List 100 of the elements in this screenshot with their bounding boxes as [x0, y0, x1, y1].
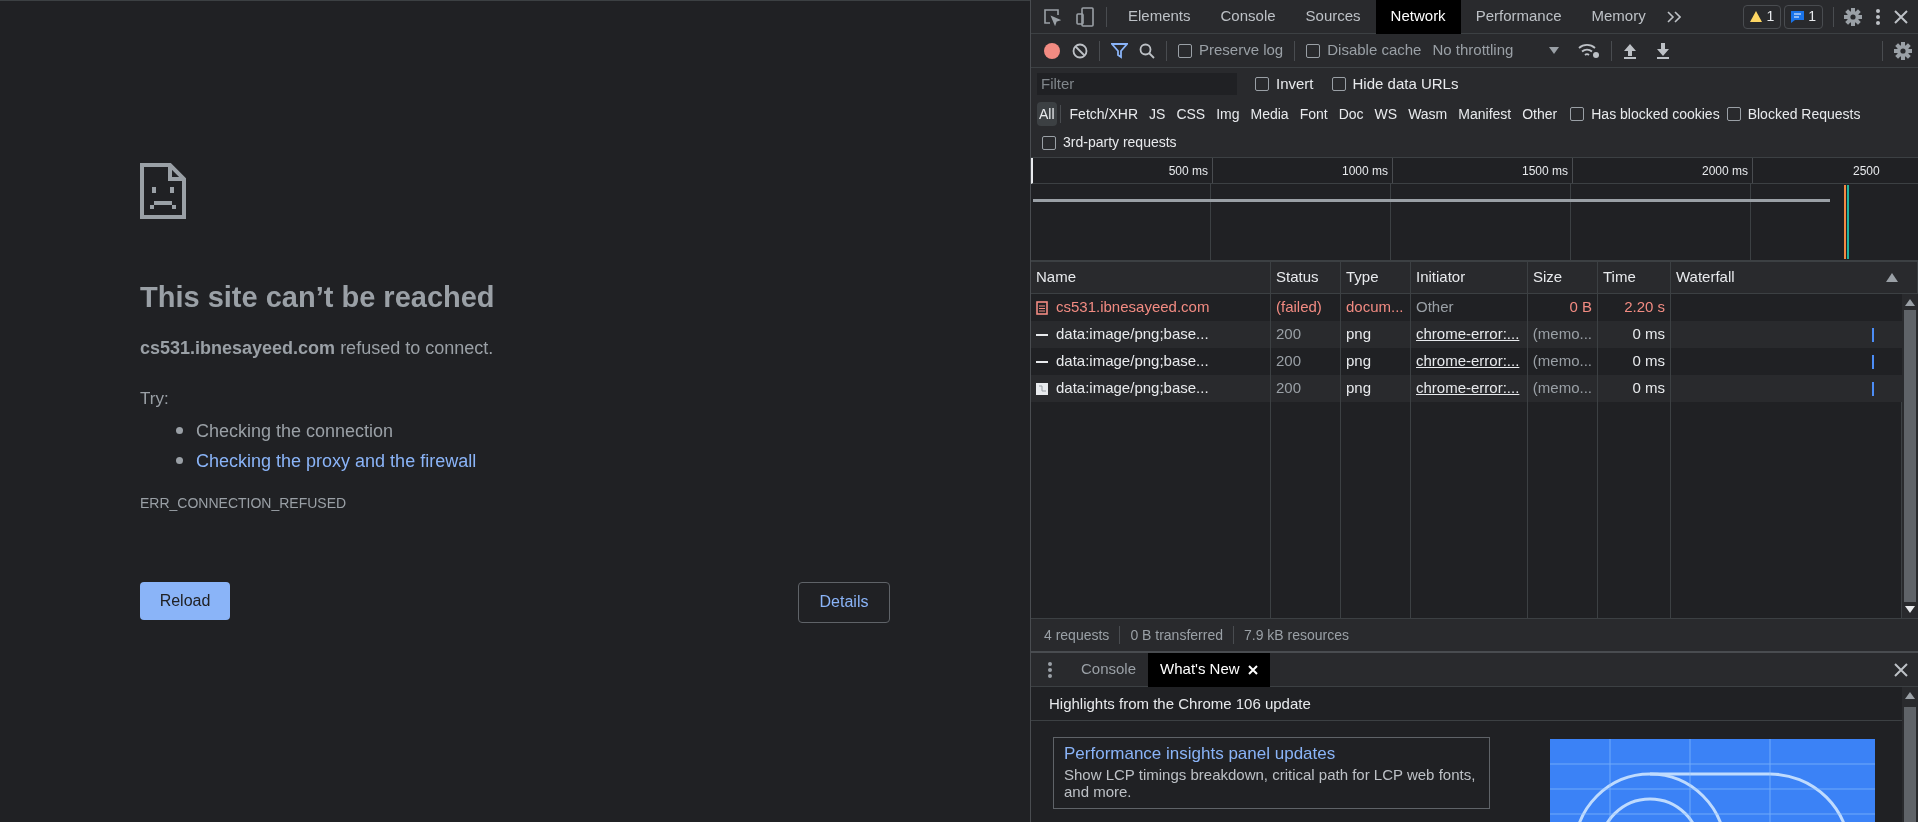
type-filter-tab[interactable]: JS: [1147, 102, 1168, 126]
type-filter-tab[interactable]: Fetch/XHR: [1067, 102, 1141, 126]
bullet-icon: [176, 457, 183, 464]
record-icon[interactable]: [1043, 41, 1061, 60]
type-filter-tab[interactable]: WS: [1372, 102, 1400, 126]
timeline-tick-label: 500 ms: [1168, 164, 1208, 178]
network-conditions-icon[interactable]: [1578, 42, 1601, 59]
panel-tab[interactable]: Elements: [1113, 0, 1206, 34]
scroll-up-icon[interactable]: [1905, 299, 1915, 306]
timeline-tick-label: 2500: [1853, 164, 1880, 178]
upload-icon[interactable]: [1623, 42, 1638, 59]
invert-checkbox[interactable]: Invert: [1255, 72, 1314, 96]
disable-cache-checkbox[interactable]: Disable cache: [1306, 39, 1422, 62]
drawer-tab[interactable]: Console: [1069, 652, 1149, 687]
close-icon[interactable]: [1894, 9, 1908, 24]
timeline-tick-label: 2000 ms: [1701, 164, 1748, 178]
initiator-link[interactable]: chrome-error:...: [1416, 377, 1520, 400]
sad-page-icon: [140, 163, 186, 219]
column-header[interactable]: Name: [1036, 266, 1076, 289]
type-filter-tab[interactable]: Img: [1214, 102, 1242, 126]
proxy-firewall-link[interactable]: Checking the proxy and the firewall: [196, 445, 477, 476]
column-header[interactable]: Initiator: [1416, 266, 1466, 289]
more-tabs-icon[interactable]: [1666, 10, 1681, 23]
type-filter-tab[interactable]: Manifest: [1456, 102, 1514, 126]
drawer-tab[interactable]: What's New: [1148, 652, 1270, 687]
warnings-badge[interactable]: 1: [1743, 4, 1782, 29]
type-cell-text: png: [1346, 324, 1372, 345]
scroll-down-icon[interactable]: [1905, 606, 1915, 613]
panel-tab[interactable]: Network: [1375, 0, 1461, 34]
type-filter-tab[interactable]: Doc: [1336, 102, 1366, 126]
close-drawer-icon[interactable]: [1894, 662, 1908, 677]
panel-tab[interactable]: Console: [1205, 0, 1291, 34]
third-party-requests-checkbox[interactable]: 3rd-party requests: [1042, 132, 1177, 153]
type-cell-text: png: [1346, 351, 1372, 372]
column-header[interactable]: Type: [1346, 266, 1379, 289]
type-filter-tab[interactable]: Font: [1297, 102, 1330, 126]
scroll-up-icon[interactable]: [1905, 692, 1915, 699]
initiator-link[interactable]: chrome-error:...: [1416, 323, 1520, 346]
try-label: Try:: [140, 388, 170, 410]
summary-text: 4 requests: [1044, 625, 1110, 645]
size-cell-text: (memo...: [1532, 351, 1592, 372]
summary-text: 0 B transferred: [1130, 625, 1223, 645]
status-cell-text: 200: [1276, 351, 1302, 372]
hide-data-urls-checkbox[interactable]: Hide data URLs: [1331, 72, 1459, 96]
settings-icon[interactable]: [1894, 41, 1912, 60]
blocked-requests-checkbox[interactable]: Blocked Requests: [1726, 103, 1861, 125]
column-header[interactable]: Time: [1603, 266, 1636, 289]
initiator-link[interactable]: chrome-error:...: [1416, 350, 1520, 373]
time-cell-text: 0 ms: [1632, 378, 1665, 399]
type-filter-tab[interactable]: Wasm: [1406, 102, 1450, 126]
download-icon[interactable]: [1656, 42, 1671, 59]
scrollbar[interactable]: [1902, 294, 1918, 618]
drawer-menu-icon[interactable]: [1048, 661, 1052, 678]
preserve-log-checkbox[interactable]: Preserve log: [1178, 39, 1284, 62]
filter-icon[interactable]: [1111, 42, 1128, 59]
panel-tab[interactable]: Memory: [1576, 0, 1661, 34]
warning-icon: [1750, 11, 1763, 22]
throttling-dropdown[interactable]: No throttling: [1432, 39, 1560, 62]
feature-title[interactable]: Performance insights panel updates: [1064, 742, 1479, 766]
type-filter-tab[interactable]: All: [1037, 102, 1057, 126]
initiator-cell-text: Other: [1416, 297, 1454, 318]
message-icon: [1791, 10, 1805, 23]
scrollbar[interactable]: [1902, 687, 1918, 822]
sort-ascending-icon[interactable]: [1886, 273, 1898, 282]
panel-tab[interactable]: Sources: [1290, 0, 1376, 34]
column-header[interactable]: Status: [1276, 266, 1319, 289]
search-icon[interactable]: [1139, 42, 1155, 59]
close-tab-icon[interactable]: [1247, 664, 1258, 675]
request-row[interactable]: data:image/png;base... 200 png chrome-error:... (memo... 0 ms: [1031, 321, 1902, 348]
image-icon: [1036, 382, 1048, 395]
device-toolbar-icon[interactable]: [1076, 6, 1094, 27]
messages-badge[interactable]: 1: [1784, 4, 1823, 29]
time-cell-text: 2.20 s: [1624, 297, 1665, 318]
size-cell-text: (memo...: [1532, 378, 1592, 399]
request-name: cs531.ibnesayeed.com: [1056, 297, 1210, 318]
error-message: cs531.ibnesayeed.com refused to connect.: [140, 337, 495, 360]
bullet-icon: [176, 427, 183, 434]
status-cell-text: 200: [1276, 378, 1302, 399]
column-header[interactable]: Waterfall: [1676, 266, 1735, 289]
dash-icon: [1036, 333, 1048, 336]
filter-field[interactable]: Filter: [1037, 73, 1237, 95]
timeline-tick-label: 1000 ms: [1341, 164, 1388, 178]
more-options-icon[interactable]: [1876, 8, 1880, 25]
inspect-icon[interactable]: [1043, 7, 1061, 26]
type-filter-tab[interactable]: Other: [1520, 102, 1560, 126]
panel-tab[interactable]: Performance: [1460, 0, 1577, 34]
reload-button[interactable]: Reload: [140, 581, 230, 620]
request-row[interactable]: data:image/png;base... 200 png chrome-error:... (memo... 0 ms: [1031, 375, 1902, 402]
has-blocked-cookies-checkbox[interactable]: Has blocked cookies: [1570, 103, 1720, 125]
feature-card[interactable]: Performance insights panel updates Show LCP timings breakdown, critical path for LCP web fonts, and more.: [1053, 737, 1490, 809]
details-button[interactable]: Details: [798, 581, 890, 623]
size-cell-text: 0 B: [1569, 297, 1592, 318]
caret-icon: [1549, 47, 1560, 54]
type-cell-text: png: [1346, 378, 1372, 399]
column-header[interactable]: Size: [1533, 266, 1563, 289]
settings-icon[interactable]: [1844, 7, 1862, 26]
suggestion-text: Checking the connection: [196, 419, 394, 443]
type-filter-tab[interactable]: Media: [1248, 102, 1291, 126]
type-filter-tab[interactable]: CSS: [1174, 102, 1208, 126]
clear-icon[interactable]: [1072, 42, 1088, 59]
